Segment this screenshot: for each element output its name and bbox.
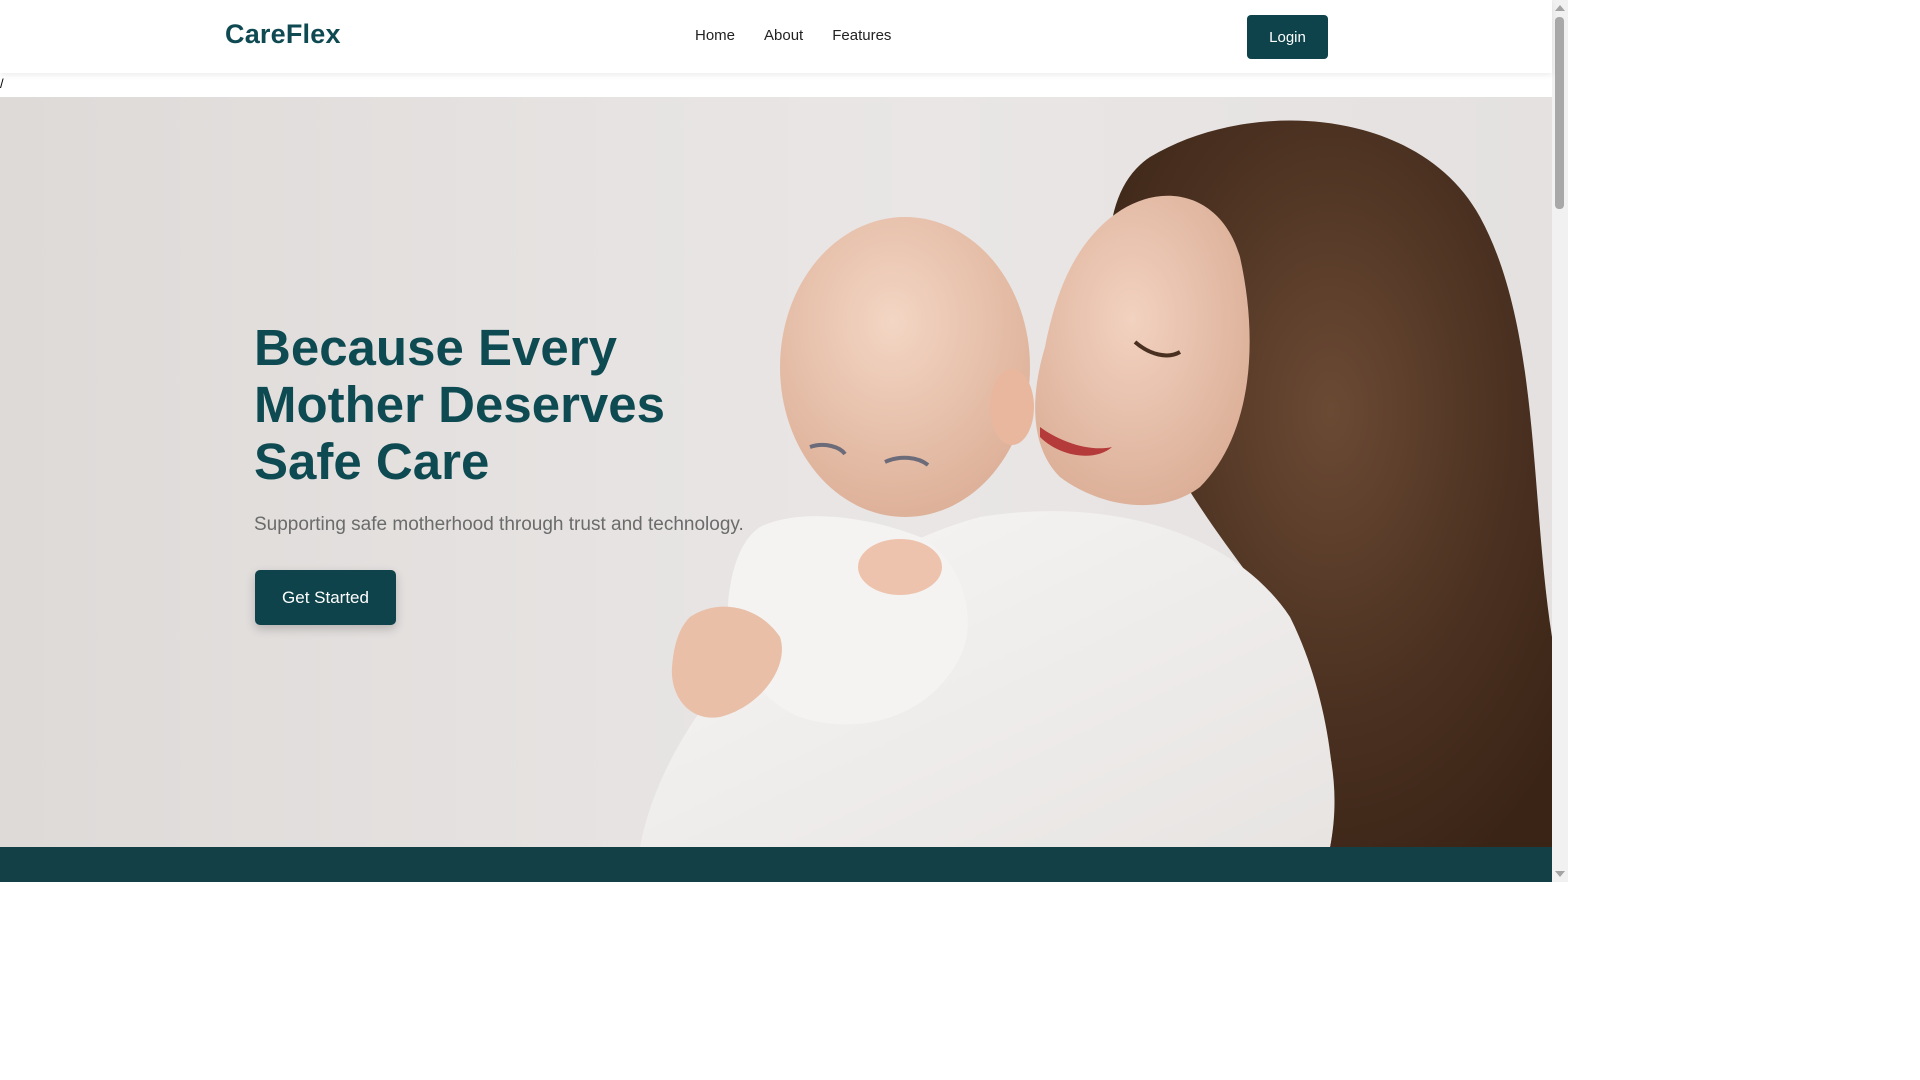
brand-logo[interactable]: CareFlex: [225, 19, 341, 50]
scroll-up-arrow-icon[interactable]: [1555, 5, 1565, 11]
hero-title-line-3: Safe Care: [254, 433, 490, 490]
scrollbar-thumb[interactable]: [1555, 17, 1564, 209]
hero-title-line-2: Mother Deserves: [254, 376, 666, 433]
vertical-scrollbar[interactable]: [1552, 0, 1568, 882]
nav-about-link[interactable]: About: [764, 27, 803, 44]
site-header: CareFlex Home About Features Login: [0, 0, 1552, 73]
page: CareFlex Home About Features Login / Bec…: [0, 0, 1568, 882]
get-started-button[interactable]: Get Started: [255, 570, 396, 625]
scroll-down-arrow-icon[interactable]: [1555, 871, 1565, 877]
login-button[interactable]: Login: [1247, 15, 1328, 59]
stray-text: /: [0, 76, 4, 91]
hero-title-line-1: Because Every: [254, 319, 617, 376]
nav-home-link[interactable]: Home: [695, 27, 735, 44]
hero-title: Because Every Mother Deserves Safe Care: [254, 319, 774, 490]
main-nav: Home About Features: [695, 27, 891, 44]
hero-subtitle: Supporting safe motherhood through trust…: [254, 514, 744, 535]
hero-section: Because Every Mother Deserves Safe Care …: [0, 97, 1552, 847]
nav-features-link[interactable]: Features: [832, 27, 891, 44]
hero-image-mother-and-baby: [640, 120, 1552, 847]
next-section-band: [0, 847, 1552, 882]
